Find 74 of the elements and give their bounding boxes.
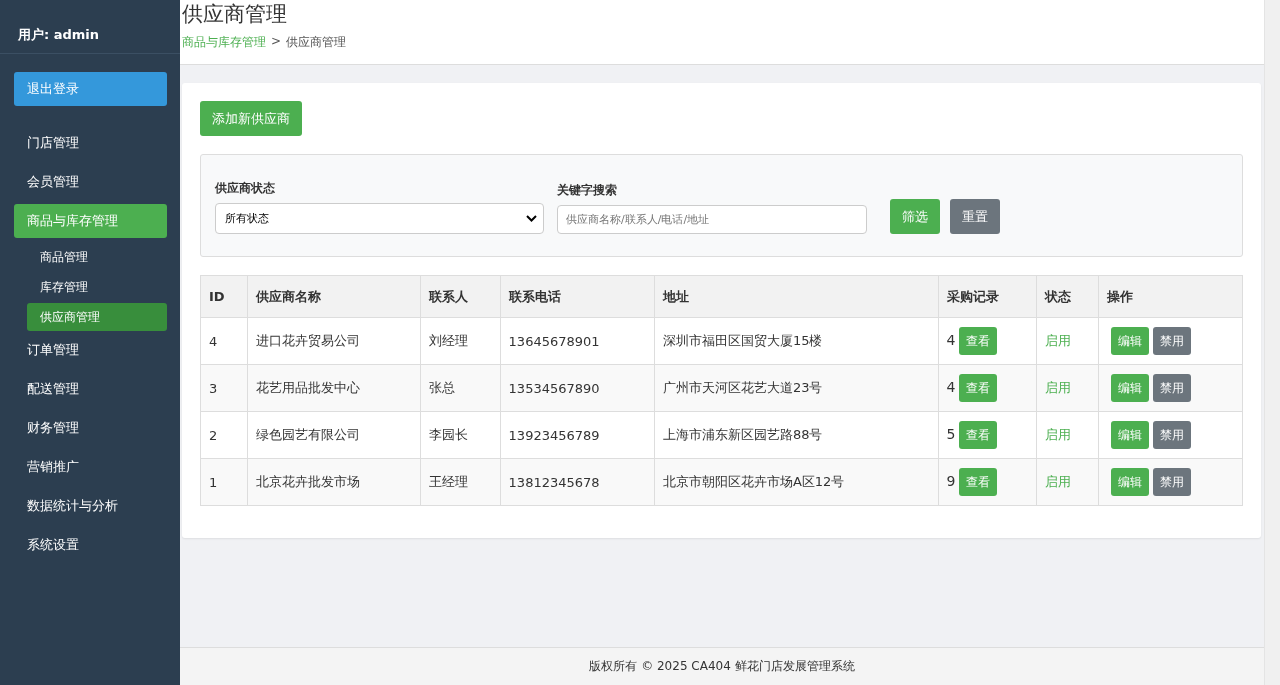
status-text: 启用	[1045, 333, 1072, 348]
keyword-label: 关键字搜索	[557, 182, 618, 199]
nav-item[interactable]: 财务管理	[14, 411, 167, 445]
disable-button[interactable]: 禁用	[1152, 374, 1191, 402]
column-header: ID	[200, 275, 248, 318]
table-cell: 1	[200, 458, 248, 506]
table-cell: 李园长	[420, 411, 501, 459]
reset-button[interactable]: 重置	[950, 199, 1000, 234]
nav-item[interactable]: 门店管理	[14, 126, 167, 160]
view-button[interactable]: 查看	[959, 468, 998, 496]
column-header: 联系人	[420, 275, 501, 318]
nav-subitem[interactable]: 库存管理	[27, 273, 167, 301]
edit-button[interactable]: 编辑	[1110, 468, 1149, 496]
table-cell: 北京市朝阳区花卉市场A区12号	[654, 458, 939, 506]
table-cell: 张总	[420, 364, 501, 412]
view-button[interactable]: 查看	[959, 421, 998, 449]
column-header: 操作	[1098, 275, 1243, 318]
table-cell: 王经理	[420, 458, 501, 506]
disable-button[interactable]: 禁用	[1152, 468, 1191, 496]
nav-item[interactable]: 配送管理	[14, 372, 167, 406]
table-cell: 花艺用品批发中心	[247, 364, 421, 412]
table-cell: 北京花卉批发市场	[247, 458, 421, 506]
filter-button[interactable]: 筛选	[890, 199, 940, 234]
status-text: 启用	[1045, 474, 1072, 489]
view-button[interactable]: 查看	[959, 374, 998, 402]
status-text: 启用	[1045, 380, 1072, 395]
footer-text: 版权所有 © 2025 CA404 鲜花门店发展管理系统	[180, 647, 1264, 685]
table-cell: 广州市天河区花艺大道23号	[654, 364, 939, 412]
view-button[interactable]: 查看	[959, 327, 998, 355]
nav-item[interactable]: 数据统计与分析	[14, 489, 167, 523]
table-cell: 刘经理	[420, 317, 501, 365]
logout-button[interactable]: 退出登录	[14, 72, 167, 106]
nav-item[interactable]: 订单管理	[14, 333, 167, 367]
edit-button[interactable]: 编辑	[1110, 421, 1149, 449]
breadcrumb-link[interactable]: 商品与库存管理	[182, 34, 266, 51]
nav-item[interactable]: 会员管理	[14, 165, 167, 199]
table-cell: 13534567890	[500, 364, 655, 412]
table-cell: 上海市浦东新区园艺路88号	[654, 411, 939, 459]
column-header: 联系电话	[500, 275, 655, 318]
chevron-down-icon	[526, 215, 537, 222]
purchase-count: 5	[946, 425, 956, 442]
breadcrumb-separator: >	[271, 34, 282, 50]
purchase-count: 4	[946, 378, 956, 395]
table-cell: 深圳市福田区国贸大厦15楼	[654, 317, 939, 365]
nav-item[interactable]: 营销推广	[14, 450, 167, 484]
column-header: 状态	[1036, 275, 1099, 318]
table-cell: 3	[200, 364, 248, 412]
disable-button[interactable]: 禁用	[1152, 327, 1191, 355]
edit-button[interactable]: 编辑	[1110, 374, 1149, 402]
column-header: 采购记录	[938, 275, 1037, 318]
breadcrumb-current: 供应商管理	[286, 34, 347, 51]
disable-button[interactable]: 禁用	[1152, 421, 1191, 449]
nav-item[interactable]: 系统设置	[14, 528, 167, 562]
table-cell: 绿色园艺有限公司	[247, 411, 421, 459]
nav-subitem[interactable]: 供应商管理	[27, 303, 167, 331]
status-text: 启用	[1045, 427, 1072, 442]
column-header: 地址	[654, 275, 939, 318]
table-cell: 2	[200, 411, 248, 459]
status-label: 供应商状态	[215, 180, 276, 197]
table-cell: 4	[200, 317, 248, 365]
table-cell: 13812345678	[500, 458, 655, 506]
add-supplier-button[interactable]: 添加新供应商	[200, 101, 302, 136]
table-cell: 进口花卉贸易公司	[247, 317, 421, 365]
purchase-count: 4	[946, 331, 956, 348]
edit-button[interactable]: 编辑	[1110, 327, 1149, 355]
nav-subitem[interactable]: 商品管理	[27, 243, 167, 271]
nav-item[interactable]: 商品与库存管理	[14, 204, 167, 238]
column-header: 供应商名称	[247, 275, 421, 318]
table-cell: 13645678901	[500, 317, 655, 365]
keyword-search-field[interactable]: 供应商名称/联系人/电话/地址	[557, 205, 867, 234]
page-title: 供应商管理	[182, 1, 288, 28]
table-cell: 13923456789	[500, 411, 655, 459]
purchase-count: 9	[946, 472, 956, 489]
status-dropdown[interactable]: 所有状态	[215, 203, 544, 234]
